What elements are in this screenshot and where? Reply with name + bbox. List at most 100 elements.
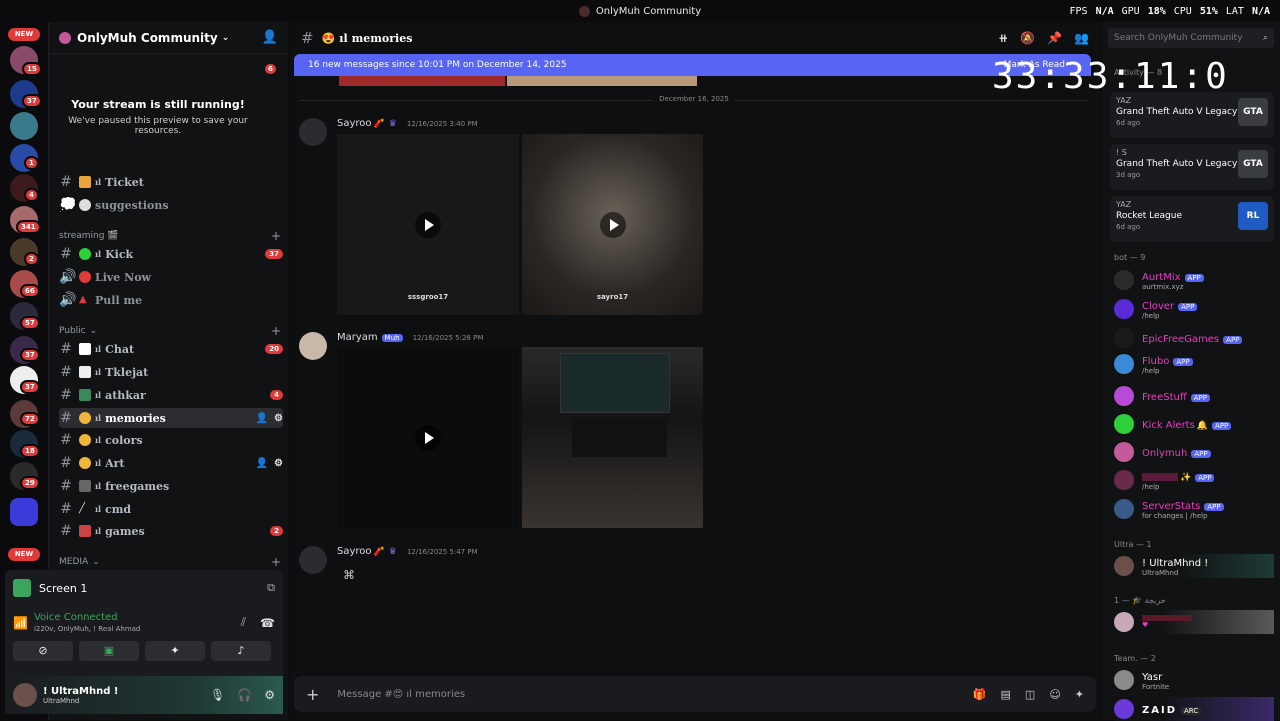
video-attachment[interactable]: sssgroo17 <box>337 134 519 315</box>
member-item[interactable]: FreeStuff APP <box>1114 384 1278 408</box>
avatar <box>1114 470 1134 490</box>
category-media[interactable]: MEDIA ⌄ + <box>59 555 281 569</box>
channel-label: Ticket <box>105 175 144 189</box>
headphones-icon[interactable]: 🎧 <box>237 688 252 702</box>
channel-kick[interactable]: # ıl Kick 37 <box>59 244 283 264</box>
category-public[interactable]: Public ⌄ + <box>59 324 281 338</box>
server-header[interactable]: OnlyMuh Community ⌄ 👤 <box>49 22 288 54</box>
add-channel-icon[interactable]: + <box>271 229 281 243</box>
gif-icon[interactable]: ▤ <box>1001 688 1011 701</box>
camera-off-button[interactable]: ⊘ <box>13 641 73 661</box>
add-channel-icon[interactable]: + <box>271 324 281 338</box>
noise-suppression-icon[interactable]: ⫽ <box>241 615 246 630</box>
channel-live-now[interactable]: 🔊 Live Now <box>59 267 283 287</box>
server-icon-3[interactable] <box>10 112 38 140</box>
member-name: AurtMix <box>1142 272 1181 283</box>
channel-art[interactable]: # ıl Art 👤 ⚙ <box>59 453 283 473</box>
member-item[interactable]: ServerStats APP for changes | /help <box>1114 497 1278 521</box>
app-tag: APP <box>1190 394 1210 402</box>
channel-chat[interactable]: # ıl Chat 20 <box>59 339 283 359</box>
author-name[interactable]: Sayroo <box>337 118 372 129</box>
member-item[interactable]: Flubo APP/help <box>1114 352 1278 376</box>
activity-card[interactable]: ! S Grand Theft Auto V Legacy 3d ago GTA <box>1110 144 1274 190</box>
image-attachment[interactable] <box>522 347 703 528</box>
channel-pull-me[interactable]: 🔊 ▲ Pull me <box>59 290 283 310</box>
new-pill-top[interactable]: NEW <box>8 28 40 41</box>
video-attachment[interactable]: sayro17 <box>522 134 703 315</box>
play-icon[interactable] <box>415 211 441 238</box>
channel-memories[interactable]: # ıl memories 👤 ⚙ <box>59 408 283 428</box>
member-item[interactable]: ♥ <box>1114 610 1274 634</box>
message-input[interactable]: Message #😍 ıl memories <box>337 689 465 700</box>
new-pill-bottom[interactable]: NEW <box>8 548 40 561</box>
channel-suggestions[interactable]: 💭 suggestions <box>59 195 283 215</box>
voice-panel: 📶 Voice Connected i220v, OnlyMuh, ! Real… <box>5 606 283 676</box>
sticker-icon[interactable]: ◫ <box>1025 688 1035 701</box>
mute-icon[interactable]: 🔕 <box>1020 31 1035 45</box>
play-icon[interactable] <box>415 424 441 451</box>
invite-icon[interactable]: 👤 <box>256 413 268 424</box>
add-channel-icon[interactable]: + <box>271 555 281 569</box>
author-name[interactable]: Sayroo <box>337 546 372 557</box>
gear-icon[interactable]: ⚙ <box>274 458 283 469</box>
search-input[interactable]: Search OnlyMuh Community ⌕ <box>1108 28 1274 48</box>
activities-button[interactable]: ✦ <box>145 641 205 661</box>
category-streaming[interactable]: streaming 🎬 + <box>59 229 281 243</box>
member-item[interactable]: EpicFreeGames APP <box>1114 326 1278 350</box>
members-icon[interactable]: 👥 <box>1074 31 1089 45</box>
avatar[interactable] <box>13 683 37 707</box>
member-item[interactable]: Yasr Fortnite <box>1114 668 1278 692</box>
member-item[interactable]: Clover APP/help <box>1114 297 1278 321</box>
apps-icon[interactable]: ✦ <box>1075 688 1084 701</box>
gear-icon[interactable]: ⚙ <box>264 688 275 702</box>
member-item[interactable]: Kick Alerts 🔔 APP <box>1114 412 1278 436</box>
add-attachment-icon[interactable]: + <box>306 685 319 704</box>
member-item[interactable]: ZAID ARC <box>1114 697 1274 721</box>
gift-icon[interactable]: 🎁 <box>973 688 987 701</box>
new-messages-bar[interactable]: 16 new messages since 10:01 PM on Decemb… <box>294 54 1091 76</box>
stop-stream-button[interactable]: ▣ <box>79 641 139 661</box>
microphone-icon[interactable]: 🎙 <box>210 688 225 702</box>
avatar[interactable] <box>299 546 327 574</box>
capcut-icon[interactable]: ⌘ <box>343 568 355 582</box>
activity-card[interactable]: YAZ Rocket League 6d ago RL <box>1110 196 1274 242</box>
badge-2: 37 <box>22 94 42 108</box>
message-composer[interactable]: + Message #😍 ıl memories 🎁 ▤ ◫ ☺ ✦ <box>294 676 1096 712</box>
emoji-icon[interactable]: ☺ <box>1049 688 1060 701</box>
activity-card[interactable]: YAZ Grand Theft Auto V Legacy 6d ago GTA <box>1110 92 1274 138</box>
previous-image[interactable] <box>339 76 505 86</box>
server-logo-icon <box>59 31 71 44</box>
channel-freegames[interactable]: # ıl freegames <box>59 476 283 496</box>
gear-icon[interactable]: ⚙ <box>274 413 283 424</box>
channel-tklejat[interactable]: # ıl Tklejat <box>59 362 283 382</box>
disconnect-icon[interactable]: ☎ <box>260 616 275 630</box>
avatar <box>1114 414 1134 434</box>
invite-icon[interactable]: 👤 <box>256 458 268 469</box>
channel-label: cmd <box>105 502 132 516</box>
video-attachment[interactable] <box>337 347 519 528</box>
avatar[interactable] <box>299 118 327 146</box>
invite-icon[interactable]: 👤 <box>262 30 278 45</box>
author-name[interactable]: Maryam <box>337 332 378 343</box>
avatar[interactable] <box>299 332 327 360</box>
soundboard-button[interactable]: ♪ <box>211 641 271 661</box>
channel-colors[interactable]: # ıl colors <box>59 430 283 450</box>
voice-status[interactable]: Voice Connected <box>34 612 140 623</box>
popout-icon[interactable]: ⧉ <box>267 581 275 595</box>
previous-image[interactable] <box>507 76 697 86</box>
channel-label: Chat <box>105 342 135 356</box>
channel-ticket[interactable]: # ıl Ticket <box>59 172 283 192</box>
folder-icon[interactable] <box>10 498 38 526</box>
member-item[interactable]: Onlymuh APP <box>1114 440 1278 464</box>
channel-athkar[interactable]: # ıl athkar 4 <box>59 385 283 405</box>
channel-cmd[interactable]: # ╱ ıl cmd <box>59 499 283 519</box>
threads-icon[interactable]: ⧺ <box>998 31 1008 45</box>
screen-share-panel[interactable]: Screen 1 ⧉ <box>5 570 283 606</box>
member-item[interactable]: ! UltraMhnd ! UltraMhnd <box>1114 554 1274 578</box>
mosque-icon <box>79 389 91 401</box>
member-item[interactable]: ✨ APP/help <box>1114 468 1278 492</box>
pin-icon[interactable]: 📌 <box>1047 31 1062 45</box>
member-item[interactable]: AurtMix APP aurtmix.xyz <box>1114 268 1278 292</box>
channel-games[interactable]: # ıl games 2 <box>59 521 283 541</box>
play-icon[interactable] <box>599 211 626 238</box>
